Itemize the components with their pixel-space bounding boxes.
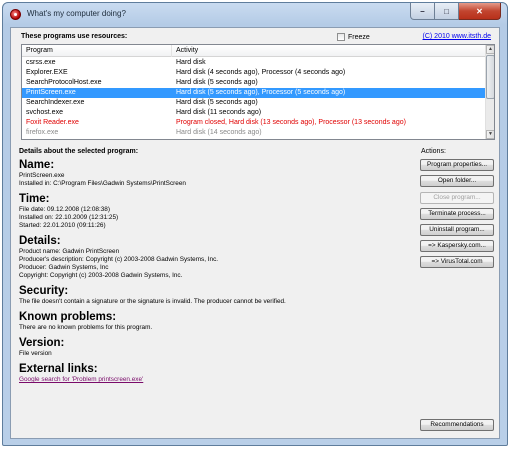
section-title-time: Time: <box>19 193 50 205</box>
resources-header: These programs use resources: <box>21 33 128 40</box>
list-item-activity: Hard disk (14 seconds ago) <box>176 129 262 136</box>
list-item-activity: Hard disk <box>176 59 206 66</box>
close-program-button[interactable]: Close program... <box>420 192 494 204</box>
minimize-button[interactable]: – <box>410 3 435 20</box>
time-file-date: File date: 09.12.2008 (12:08:38) <box>19 206 110 213</box>
app-logo-icon <box>10 9 21 20</box>
close-icon: ✕ <box>476 6 483 16</box>
time-installed-on: Installed on: 22.10.2009 (12:31:25) <box>19 214 119 221</box>
list-item-activity: Hard disk (11 seconds ago) <box>176 109 262 116</box>
scroll-down-arrow-icon[interactable]: ▼ <box>486 130 494 139</box>
list-item[interactable]: csrss.exe Hard disk <box>22 58 486 68</box>
uninstall-program-button[interactable]: Uninstall program... <box>420 224 494 236</box>
list-item[interactable]: Explorer.EXE Hard disk (4 seconds ago), P… <box>22 68 486 78</box>
list-item[interactable]: Foxit Reader.exe Program closed, Hard dis… <box>22 118 486 128</box>
list-item-activity: Program closed, Hard disk (13 seconds ag… <box>176 119 406 126</box>
list-item-activity: Hard disk (5 seconds ago) <box>176 99 258 106</box>
kaspersky-button[interactable]: => Kaspersky.com... <box>420 240 494 252</box>
list-item-program: csrss.exe <box>26 59 56 66</box>
list-rows: csrss.exe Hard disk Explorer.EXE Hard disk … <box>22 58 486 139</box>
freeze-toggle[interactable]: Freeze <box>337 33 370 41</box>
app-window: What's my computer doing? – □ ✕ These pr… <box>2 2 508 446</box>
actions-header: Actions: <box>421 148 446 155</box>
known-problems-text: There are no known problems for this pro… <box>19 324 153 331</box>
security-text: The file doesn't contain a signature or … <box>19 298 286 305</box>
details-header: Details about the selected program: <box>19 148 139 155</box>
minimize-icon: – <box>420 6 425 16</box>
section-title-name: Name: <box>19 159 55 171</box>
list-item-program: GrooveMonitor.exe <box>22 138 172 139</box>
open-folder-button[interactable]: Open folder... <box>420 175 494 187</box>
maximize-icon: □ <box>444 6 449 16</box>
list-item[interactable]: svchost.exe Hard disk (11 seconds ago) <box>22 108 486 118</box>
scroll-up-arrow-icon[interactable]: ▲ <box>486 45 494 54</box>
list-item-program: Explorer.EXE <box>26 69 68 76</box>
column-header-program[interactable]: Program <box>22 45 172 57</box>
section-title-security: Security: <box>19 285 69 297</box>
list-item-program: firefox.exe <box>26 129 59 136</box>
section-title-external-links: External links: <box>19 363 98 375</box>
list-item-activity: Hard disk (5 seconds ago) <box>176 79 258 86</box>
list-item[interactable]: SearchProtocolHost.exe Hard disk (5 secon… <box>22 78 486 88</box>
list-item-program: SearchProtocolHost.exe <box>26 79 102 86</box>
actions-panel: Program properties... Open folder... Clo… <box>420 159 494 272</box>
list-item-activity: Hard disk (14 seconds ago) <box>172 138 486 139</box>
caption-buttons: – □ ✕ <box>410 3 501 20</box>
list-header: Program Activity <box>22 45 486 57</box>
google-search-link[interactable]: Google search for 'Problem printscreen.e… <box>19 376 143 383</box>
process-list[interactable]: Program Activity csrss.exe Hard disk Explo… <box>21 44 495 140</box>
list-item[interactable]: GrooveMonitor.exeHard disk (14 seconds a… <box>22 138 486 139</box>
list-item-program: svchost.exe <box>26 109 63 116</box>
list-item-program: Foxit Reader.exe <box>26 119 79 126</box>
terminate-process-button[interactable]: Terminate process... <box>420 208 494 220</box>
list-item-activity: Hard disk (4 seconds ago), Processor (4 … <box>176 69 346 76</box>
details-product-name: Product name: Gadwin PrintScreen <box>19 248 120 255</box>
scroll-thumb[interactable] <box>486 55 494 99</box>
title-bar[interactable]: What's my computer doing? – □ ✕ <box>3 3 507 25</box>
name-install-path: Installed in: C:\Program Files\Gadwin Sy… <box>19 180 186 187</box>
freeze-label: Freeze <box>348 33 370 41</box>
list-scrollbar[interactable]: ▲ ▼ <box>485 45 494 139</box>
details-copyright: Copyright: Copyright (c) 2003-2008 Gadwi… <box>19 272 183 279</box>
section-title-version: Version: <box>19 337 65 349</box>
section-title-details: Details: <box>19 235 61 247</box>
recommendations-button[interactable]: Recommendations <box>420 419 494 431</box>
list-item-program: SearchIndexer.exe <box>26 99 85 106</box>
list-item[interactable]: firefox.exe Hard disk (14 seconds ago) <box>22 128 486 138</box>
list-item-program: PrintScreen.exe <box>26 89 76 96</box>
time-started: Started: 22.01.2010 (09:11:26) <box>19 222 106 229</box>
list-item[interactable]: SearchIndexer.exe Hard disk (5 seconds ag… <box>22 98 486 108</box>
close-button[interactable]: ✕ <box>459 3 501 20</box>
window-title: What's my computer doing? <box>27 9 126 18</box>
freeze-checkbox[interactable] <box>337 33 345 41</box>
copyright-link[interactable]: (C) 2010 www.itsth.de <box>423 33 491 40</box>
main-panel: These programs use resources: Freeze (C)… <box>10 27 500 439</box>
maximize-button[interactable]: □ <box>435 3 459 20</box>
column-header-activity[interactable]: Activity <box>172 45 486 57</box>
list-item-activity: Hard disk (5 seconds ago), Processor (5 … <box>176 89 346 96</box>
details-producer-description: Producer's description: Copyright (c) 20… <box>19 256 219 263</box>
list-item[interactable]: PrintScreen.exe Hard disk (5 seconds ago)… <box>22 88 486 98</box>
details-producer: Producer: Gadwin Systems, Inc <box>19 264 109 271</box>
virustotal-button[interactable]: => VirusTotal.com <box>420 256 494 268</box>
name-filename: PrintScreen.exe <box>19 172 65 179</box>
version-text: File version <box>19 350 52 357</box>
section-title-known-problems: Known problems: <box>19 311 117 323</box>
details-panel: Name: PrintScreen.exe Installed in: C:\P… <box>19 159 414 383</box>
program-properties-button[interactable]: Program properties... <box>420 159 494 171</box>
